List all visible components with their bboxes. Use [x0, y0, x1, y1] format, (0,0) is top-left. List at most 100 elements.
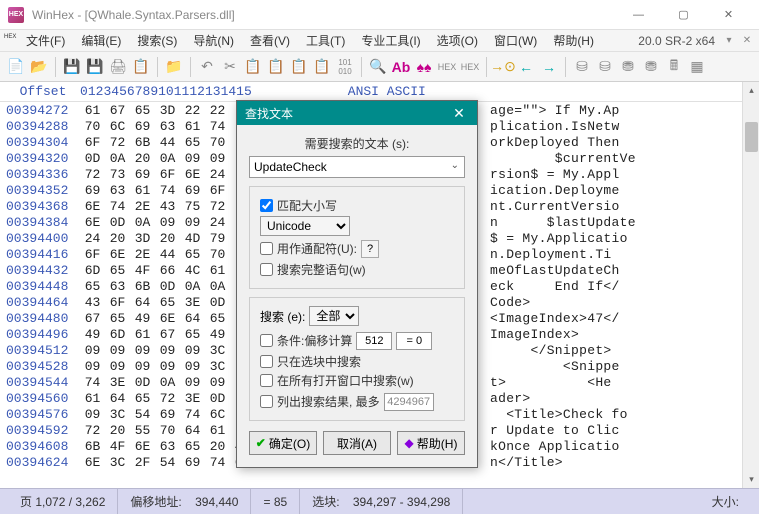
- calc-icon[interactable]: 🖩: [664, 57, 684, 77]
- ascii-cell[interactable]: Code>: [490, 295, 531, 310]
- hex-byte[interactable]: 69: [80, 183, 105, 198]
- hex-byte[interactable]: 74: [155, 183, 180, 198]
- ascii-cell[interactable]: t> <He: [490, 375, 612, 390]
- hex-byte[interactable]: 74: [180, 407, 205, 422]
- hex-byte[interactable]: 3E: [180, 391, 205, 406]
- ascii-cell[interactable]: eck End If</: [490, 279, 620, 294]
- hex-byte[interactable]: 72: [105, 135, 130, 150]
- hex-byte[interactable]: 2E: [130, 199, 155, 214]
- disk3-icon[interactable]: ⛃: [618, 57, 638, 77]
- hex-byte[interactable]: 6B: [130, 279, 155, 294]
- bits-icon[interactable]: 101010: [335, 57, 355, 77]
- menu-protools[interactable]: 专业工具(I): [353, 30, 428, 51]
- hex-byte[interactable]: 22: [180, 103, 205, 118]
- hex-byte[interactable]: 66: [155, 263, 180, 278]
- hex-byte[interactable]: 0D: [80, 151, 105, 166]
- hex-byte[interactable]: 0D: [130, 375, 155, 390]
- hex-byte[interactable]: 64: [180, 423, 205, 438]
- hex-byte[interactable]: 3D: [155, 103, 180, 118]
- folder-icon[interactable]: 📁: [164, 57, 184, 77]
- dialog-titlebar[interactable]: 查找文本 ✕: [237, 101, 477, 125]
- hex-byte[interactable]: 6F: [105, 295, 130, 310]
- hex-byte[interactable]: 0A: [180, 279, 205, 294]
- hex-byte[interactable]: 72: [80, 167, 105, 182]
- hex-byte[interactable]: 69: [180, 183, 205, 198]
- hex-byte[interactable]: 44: [155, 135, 180, 150]
- print-icon[interactable]: 🖨: [108, 57, 128, 77]
- hex-byte[interactable]: 0A: [155, 375, 180, 390]
- hex-byte[interactable]: 65: [180, 247, 205, 262]
- hex-byte[interactable]: 3E: [180, 295, 205, 310]
- ascii-cell[interactable]: <Snippe: [490, 359, 620, 374]
- new-file-icon[interactable]: 📄: [6, 57, 26, 77]
- search-text-input[interactable]: [249, 156, 465, 178]
- max-results-input[interactable]: [384, 393, 434, 411]
- hex-byte[interactable]: 09: [155, 343, 180, 358]
- hex-byte[interactable]: 09: [205, 151, 230, 166]
- wildcard-help-button[interactable]: ?: [361, 240, 379, 258]
- hex-byte[interactable]: 0D: [105, 215, 130, 230]
- hex-byte[interactable]: 09: [180, 151, 205, 166]
- hex-byte[interactable]: 09: [180, 215, 205, 230]
- ram-icon[interactable]: ▦: [687, 57, 707, 77]
- hex-byte[interactable]: 70: [80, 119, 105, 134]
- hex-byte[interactable]: 49: [130, 311, 155, 326]
- hex-byte[interactable]: 0D: [205, 391, 230, 406]
- hex-byte[interactable]: 69: [155, 407, 180, 422]
- hex-byte[interactable]: 20: [105, 231, 130, 246]
- dialog-close-icon[interactable]: ✕: [449, 105, 469, 122]
- hex-byte[interactable]: 0A: [205, 279, 230, 294]
- ascii-cell[interactable]: age=""> If My.Ap: [490, 103, 620, 118]
- ascii-cell[interactable]: orkDeployed Then: [490, 135, 620, 150]
- hex-byte[interactable]: 6E: [80, 215, 105, 230]
- hex-byte[interactable]: 64: [130, 295, 155, 310]
- hex-byte[interactable]: 6F: [205, 183, 230, 198]
- hex-byte[interactable]: 63: [155, 119, 180, 134]
- scroll-thumb[interactable]: [745, 122, 758, 152]
- cond-modulus-input[interactable]: [356, 332, 392, 350]
- hex-byte[interactable]: 74: [105, 199, 130, 214]
- save-as-icon[interactable]: 💾: [85, 57, 105, 77]
- hex-byte[interactable]: 74: [205, 119, 230, 134]
- ascii-cell[interactable]: <Title>Check fo: [490, 407, 628, 422]
- save-icon[interactable]: 💾: [62, 57, 82, 77]
- hex-byte[interactable]: 55: [130, 423, 155, 438]
- hex-byte[interactable]: 61: [130, 327, 155, 342]
- ascii-cell[interactable]: n.Deployment.Ti: [490, 247, 612, 262]
- hex-byte[interactable]: 79: [205, 231, 230, 246]
- hex-byte[interactable]: 0D: [205, 295, 230, 310]
- hex-byte[interactable]: 09: [180, 359, 205, 374]
- ascii-cell[interactable]: $ = My.Applicatio: [490, 231, 628, 246]
- undo-icon[interactable]: ↶: [197, 57, 217, 77]
- ascii-cell[interactable]: rsion$ = My.Appl: [490, 167, 620, 182]
- hex-byte[interactable]: 6B: [130, 135, 155, 150]
- ok-button[interactable]: ✔确定(O): [249, 431, 317, 455]
- hex-byte[interactable]: 74: [80, 375, 105, 390]
- scroll-down-icon[interactable]: ▾: [743, 471, 759, 488]
- hex-byte[interactable]: 43: [80, 295, 105, 310]
- hex-byte[interactable]: 09: [155, 215, 180, 230]
- all-windows-checkbox[interactable]: 在所有打开窗口中搜索(w): [260, 372, 454, 389]
- hex-byte[interactable]: 09: [130, 343, 155, 358]
- hex-byte[interactable]: 6F: [155, 167, 180, 182]
- hex-byte[interactable]: 3C: [205, 359, 230, 374]
- hex-byte[interactable]: 6E: [155, 311, 180, 326]
- paste-icon[interactable]: 📋: [266, 57, 286, 77]
- hex-byte[interactable]: 75: [180, 199, 205, 214]
- ascii-cell[interactable]: plication.IsNetw: [490, 119, 620, 134]
- replace-hex-icon[interactable]: HEX: [437, 57, 457, 77]
- encoding-select[interactable]: Unicode: [260, 216, 350, 236]
- hex-byte[interactable]: 69: [130, 167, 155, 182]
- cut-icon[interactable]: ✂: [220, 57, 240, 77]
- hex-byte[interactable]: 67: [105, 103, 130, 118]
- hex-byte[interactable]: 09: [105, 343, 130, 358]
- dropdown-icon[interactable]: ⌄: [451, 160, 459, 171]
- hex-byte[interactable]: 44: [155, 247, 180, 262]
- hex-byte[interactable]: 09: [205, 375, 230, 390]
- hex-byte[interactable]: 65: [180, 135, 205, 150]
- close-button[interactable]: ✕: [706, 1, 751, 29]
- hex-byte[interactable]: 63: [105, 183, 130, 198]
- hex-byte[interactable]: 09: [105, 359, 130, 374]
- hex-byte[interactable]: 65: [130, 391, 155, 406]
- cond-remainder-input[interactable]: [396, 332, 432, 350]
